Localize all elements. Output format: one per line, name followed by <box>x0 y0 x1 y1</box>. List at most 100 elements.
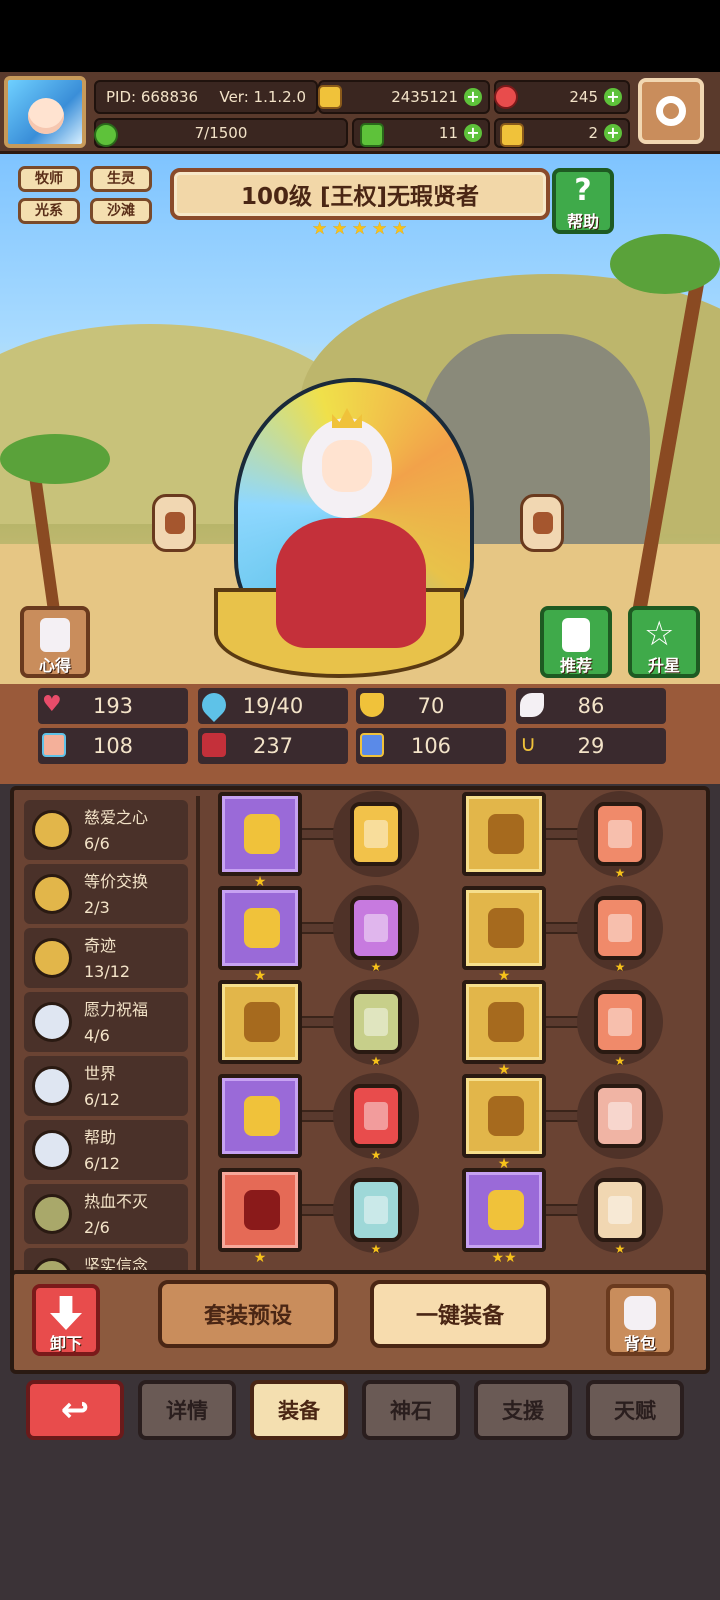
tab-support[interactable]: 支援 <box>474 1380 572 1440</box>
add-gem-button[interactable]: + <box>604 88 622 106</box>
stat-hp: ♥ 193 <box>38 688 188 724</box>
gem-slot[interactable] <box>350 802 402 866</box>
add-horn-button[interactable]: + <box>604 124 622 142</box>
unequip-button[interactable]: 卸下 <box>32 1284 100 1356</box>
gem-icon <box>608 1196 632 1224</box>
tab-talent[interactable]: 天赋 <box>586 1380 684 1440</box>
pid-version-box: PID: 668836 Ver: 1.1.2.0 <box>94 80 318 114</box>
set-bonus-item[interactable]: 帮助 6/12 <box>24 1120 188 1180</box>
set-bonus-item[interactable]: 热血不灭 2/6 <box>24 1184 188 1244</box>
gem-slot[interactable]: ★ <box>594 802 646 880</box>
preset-label: 套装预设 <box>203 1304 292 1329</box>
equipment-slot[interactable]: ★ <box>462 980 546 1078</box>
equip-all-button[interactable]: 一键装备 <box>370 1280 550 1348</box>
set-bonus-item[interactable]: 慈爱之心 6/6 <box>24 800 188 860</box>
gem-slot[interactable]: ★ <box>594 990 646 1068</box>
gem-icon <box>364 820 388 848</box>
set-bonus-item[interactable]: 奇迹 13/12 <box>24 928 188 988</box>
gem-stars: ★ <box>370 1242 382 1256</box>
hp-value: 193 <box>92 694 134 718</box>
star-icon: ★ <box>312 219 328 239</box>
gem-slot[interactable]: ★ <box>350 896 402 974</box>
gem-stars: ★ <box>614 1242 626 1256</box>
equipment-slot[interactable] <box>218 1074 302 1158</box>
gem-icon <box>364 914 388 942</box>
tab-details[interactable]: 详情 <box>138 1380 236 1440</box>
gem-stars: ★ <box>614 866 626 880</box>
helmet-icon <box>244 1190 280 1230</box>
add-gold-button[interactable]: + <box>464 88 482 106</box>
insight-button[interactable]: 心得 <box>20 606 90 678</box>
equipment-slot[interactable]: ★ <box>218 1168 302 1266</box>
xp-gem-icon <box>94 123 118 147</box>
back-button[interactable]: ↩ <box>26 1380 124 1440</box>
set-medal-icon <box>32 1194 72 1234</box>
next-hero-arrow[interactable] <box>520 494 564 552</box>
equipment-slot[interactable]: ★ <box>218 886 302 984</box>
recommend-button[interactable]: 推荐 <box>540 606 612 678</box>
tab-godstone[interactable]: 神石 <box>362 1380 460 1440</box>
set-bonus-item[interactable]: 世界 6/12 <box>24 1056 188 1116</box>
book-icon <box>40 618 70 652</box>
equipment-slot[interactable] <box>218 980 302 1064</box>
mana-value: 19/40 <box>242 694 304 718</box>
hero-title-banner: 100级 [王权]无瑕贤者 <box>170 168 550 220</box>
equipment-slot[interactable]: ★ <box>462 1074 546 1172</box>
gem-slot[interactable]: ★ <box>350 1178 402 1256</box>
gem-slot[interactable]: ★ <box>594 1178 646 1256</box>
clover-counter: 11 + <box>352 118 490 148</box>
insight-label: 心得 <box>38 656 71 675</box>
tab-equipment[interactable]: 装备 <box>250 1380 348 1440</box>
star-icon: ★ <box>352 219 368 239</box>
settings-button[interactable] <box>638 78 704 144</box>
set-bonus-list[interactable]: 慈爱之心 6/6 等价交换 2/3 奇迹 13/12 愿力祝福 4/6 世界 6/12 帮助 6/12… <box>24 800 188 1284</box>
slot-stars: ★★ <box>491 1250 517 1266</box>
set-bonus-item[interactable]: 等价交换 2/3 <box>24 864 188 924</box>
equipment-slot[interactable]: ★ <box>218 792 302 890</box>
help-button[interactable]: ? 帮助 <box>552 168 614 234</box>
player-avatar[interactable] <box>4 76 86 148</box>
clover-value: 11 <box>438 124 458 142</box>
set-medal-icon <box>32 1002 72 1042</box>
star-up-button[interactable]: ☆ 升星 <box>628 606 700 678</box>
gem-icon <box>364 1196 388 1224</box>
gem-slot[interactable]: ★ <box>594 896 646 974</box>
set-medal-icon <box>32 810 72 850</box>
cross-icon <box>244 1096 280 1136</box>
prev-hero-arrow[interactable] <box>152 494 196 552</box>
set-name: 帮助 <box>84 1128 117 1147</box>
hero-star-rating: ★ ★ ★ ★ ★ <box>312 220 412 238</box>
equipment-slot[interactable]: ★★ <box>462 1168 546 1266</box>
recommend-label: 推荐 <box>559 656 592 675</box>
set-preset-button[interactable]: 套装预设 <box>158 1280 338 1348</box>
help-label: 帮助 <box>566 212 599 231</box>
gear-icon <box>656 96 686 126</box>
clover-icon <box>360 123 384 147</box>
gem-slot[interactable]: ★ <box>350 990 402 1068</box>
horn-counter: 2 + <box>494 118 630 148</box>
set-medal-icon <box>32 1066 72 1106</box>
set-bonus-item[interactable]: 愿力祝福 4/6 <box>24 992 188 1052</box>
gem-slot[interactable]: ★ <box>350 1084 402 1162</box>
speed-value: 86 <box>577 694 605 718</box>
gem-slot[interactable] <box>594 1084 646 1148</box>
equipment-slot[interactable] <box>462 792 546 876</box>
xp-value: 7/1500 <box>194 124 248 142</box>
star-up-label: 升星 <box>647 656 680 675</box>
hero-character[interactable] <box>214 378 474 678</box>
star-outline-icon: ☆ <box>644 614 675 654</box>
stat-crit: 106 <box>356 728 506 764</box>
gold-value: 2435121 <box>391 88 458 106</box>
arrow-right-icon <box>533 512 553 534</box>
backpack-label: 背包 <box>623 1334 656 1353</box>
equipment-slot[interactable]: ★ <box>462 886 546 984</box>
spellbook-icon <box>202 733 226 757</box>
backpack-button[interactable]: 背包 <box>606 1284 674 1356</box>
tag-element: 光系 <box>18 198 80 224</box>
boots-icon <box>488 1190 524 1230</box>
armor-icon <box>488 908 524 948</box>
add-clover-button[interactable]: + <box>464 124 482 142</box>
set-count: 6/12 <box>84 1154 120 1173</box>
hero-dress <box>276 518 426 648</box>
status-bar <box>0 0 720 72</box>
